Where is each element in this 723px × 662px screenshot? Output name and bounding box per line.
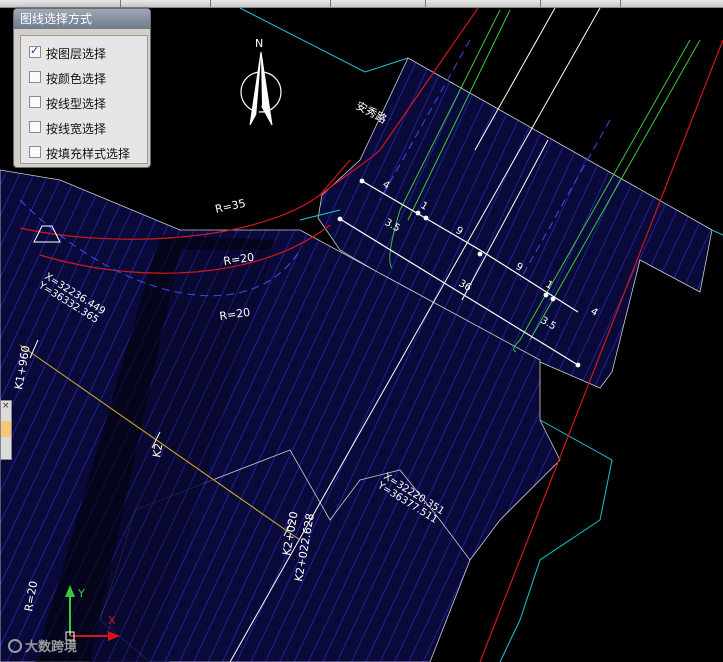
checkbox-icon[interactable] bbox=[29, 121, 41, 133]
option-by-linetype[interactable]: 按线型选择 bbox=[25, 92, 145, 112]
option-label: 按线型选择 bbox=[46, 97, 107, 111]
watermark-logo-icon bbox=[8, 638, 22, 653]
compass-north-label: N bbox=[255, 37, 263, 50]
ucs-y-label: Y bbox=[77, 587, 85, 600]
left-side-panel-strip[interactable]: × bbox=[0, 400, 12, 460]
radius-label-r35: R=35 bbox=[214, 197, 247, 216]
top-toolbar-strip bbox=[0, 0, 723, 8]
option-label: 按颜色选择 bbox=[46, 72, 107, 86]
option-label: 按填充样式选择 bbox=[46, 147, 131, 161]
option-label: 按图层选择 bbox=[46, 47, 107, 61]
side-tab[interactable] bbox=[1, 421, 11, 437]
option-by-fill-style[interactable]: 按填充样式选择 bbox=[25, 142, 145, 162]
watermark-text: 大数跨境 bbox=[25, 640, 78, 655]
watermark: 大数跨境 bbox=[8, 636, 77, 658]
close-icon[interactable]: × bbox=[2, 401, 10, 411]
panel-title: 图线选择方式 bbox=[14, 9, 150, 29]
option-label: 按线宽选择 bbox=[46, 122, 107, 136]
checkbox-icon[interactable] bbox=[29, 71, 41, 83]
north-arrow-icon bbox=[240, 51, 282, 126]
option-by-layer[interactable]: 按图层选择 bbox=[25, 42, 145, 62]
selection-options-list: 按图层选择 按颜色选择 按线型选择 按线宽选择 按填充样式选择 bbox=[20, 35, 148, 164]
checkbox-icon[interactable] bbox=[29, 96, 41, 108]
checkbox-icon[interactable] bbox=[29, 44, 41, 58]
line-selection-panel: 图线选择方式 按图层选择 按颜色选择 按线型选择 按线宽选择 按填充样式选择 bbox=[13, 8, 151, 168]
road-name-label: 安秀路 bbox=[354, 98, 390, 126]
station-label-k2: K2 bbox=[150, 442, 165, 458]
ucs-x-label: X bbox=[108, 614, 116, 627]
option-by-color[interactable]: 按颜色选择 bbox=[25, 67, 145, 87]
checkbox-icon[interactable] bbox=[29, 146, 41, 158]
option-by-lineweight[interactable]: 按线宽选择 bbox=[25, 117, 145, 137]
